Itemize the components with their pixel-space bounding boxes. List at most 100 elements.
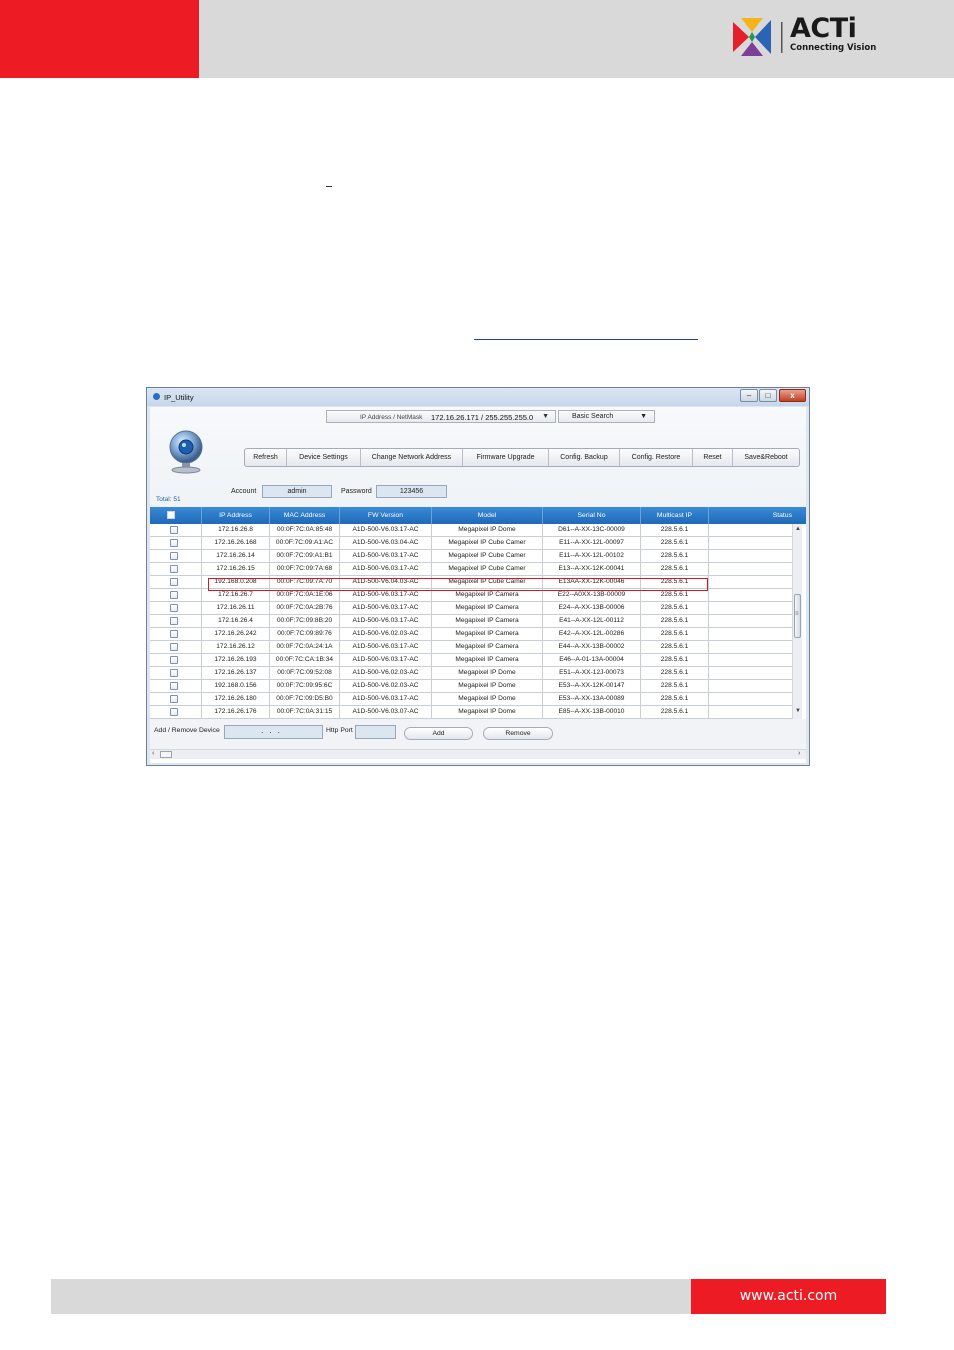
table-cell: E24--A-XX-13B-00006 bbox=[543, 602, 641, 614]
minimize-button[interactable]: – bbox=[740, 389, 758, 402]
table-cell bbox=[709, 693, 792, 705]
table-cell: 172.16.26.12 bbox=[202, 641, 270, 653]
reset-button[interactable]: Reset bbox=[693, 449, 733, 466]
scroll-down-icon[interactable]: ▼ bbox=[795, 708, 801, 714]
column-header[interactable]: FW Version bbox=[340, 507, 432, 524]
column-header[interactable]: Model bbox=[432, 507, 543, 524]
scroll-right-icon[interactable]: › bbox=[798, 750, 800, 757]
hyperlink-underline[interactable] bbox=[474, 339, 698, 340]
maximize-button[interactable]: □ bbox=[759, 389, 777, 402]
table-cell: Megapixel IP Dome bbox=[432, 524, 543, 536]
chevron-down-icon[interactable]: ▼ bbox=[640, 413, 647, 420]
table-cell: 172.16.26.242 bbox=[202, 628, 270, 640]
column-header[interactable]: Serial No bbox=[543, 507, 641, 524]
table-row[interactable]: 172.16.26.168 00:0F:7C:09:A1:AC A1D-500-V6… bbox=[150, 537, 792, 550]
table-row[interactable]: 172.16.26.193 00:0F:7C:CA:1B:34 A1D-500-V6… bbox=[150, 654, 792, 667]
table-row[interactable]: 172.16.26.12 00:0F:7C:0A:24:1A A1D-500-V6.… bbox=[150, 641, 792, 654]
row-select-cell bbox=[150, 550, 202, 562]
config-backup-button[interactable]: Config. Backup bbox=[549, 449, 620, 466]
row-checkbox[interactable] bbox=[170, 682, 178, 690]
remove-button[interactable]: Remove bbox=[483, 727, 553, 740]
table-row[interactable]: 172.16.26.4 00:0F:7C:09:8B:20 A1D-500-V6.0… bbox=[150, 615, 792, 628]
table-row[interactable]: 172.16.26.242 00:0F:7C:09:89:76 A1D-500-V6… bbox=[150, 628, 792, 641]
device-settings-button[interactable]: Device Settings bbox=[287, 449, 361, 466]
table-cell: Megapixel IP Camera bbox=[432, 628, 543, 640]
table-cell: E46--A-01-13A-00004 bbox=[543, 654, 641, 666]
table-cell: A1D-500-V6.02.03-AC bbox=[340, 628, 432, 640]
row-checkbox[interactable] bbox=[170, 630, 178, 638]
save-reboot-button[interactable]: Save&Reboot bbox=[733, 449, 799, 466]
column-header[interactable]: Multicast IP bbox=[641, 507, 709, 524]
table-cell: E22--A0XX-13B-00009 bbox=[543, 589, 641, 601]
table-cell: 172.16.26.180 bbox=[202, 693, 270, 705]
footer-url[interactable]: www.acti.com bbox=[691, 1279, 886, 1314]
vertical-scrollbar[interactable]: ▲ ≡ ▼ bbox=[792, 524, 802, 719]
row-select-cell bbox=[150, 589, 202, 601]
row-checkbox[interactable] bbox=[170, 617, 178, 625]
table-row[interactable]: 172.16.26.14 00:0F:7C:09:A1:B1 A1D-500-V6.… bbox=[150, 550, 792, 563]
row-checkbox[interactable] bbox=[170, 656, 178, 664]
row-checkbox[interactable] bbox=[170, 604, 178, 612]
table-row[interactable]: 192.168.0.208 00:0F:7C:09:7A:70 A1D-500-V6… bbox=[150, 576, 792, 589]
refresh-button[interactable]: Refresh bbox=[245, 449, 287, 466]
column-header[interactable]: IP Address bbox=[202, 507, 270, 524]
row-checkbox[interactable] bbox=[170, 695, 178, 703]
table-cell: A1D-500-V6.03.17-AC bbox=[340, 589, 432, 601]
table-cell: 172.16.26.8 bbox=[202, 524, 270, 536]
table-cell: Megapixel IP Cube Camer bbox=[432, 550, 543, 562]
table-cell: A1D-500-V6.03.17-AC bbox=[340, 602, 432, 614]
row-checkbox[interactable] bbox=[170, 669, 178, 677]
http-port-input[interactable] bbox=[355, 725, 396, 739]
table-row[interactable]: 192.168.0.156 00:0F:7C:09:95:6C A1D-500-V6… bbox=[150, 680, 792, 693]
scroll-thumb[interactable]: ≡ bbox=[794, 594, 801, 638]
table-row[interactable]: 172.16.26.11 00:0F:7C:0A:2B:76 A1D-500-V6.… bbox=[150, 602, 792, 615]
table-row[interactable]: 172.16.26.7 00:0F:7C:0A:1E:06 A1D-500-V6.0… bbox=[150, 589, 792, 602]
row-checkbox[interactable] bbox=[170, 552, 178, 560]
change-network-address-button[interactable]: Change Network Address bbox=[361, 449, 463, 466]
table-cell: 00:0F:7C:09:8B:20 bbox=[270, 615, 340, 627]
row-checkbox[interactable] bbox=[170, 578, 178, 586]
scroll-up-icon[interactable]: ▲ bbox=[795, 526, 801, 532]
column-header[interactable]: Status bbox=[709, 507, 806, 524]
firmware-upgrade-button[interactable]: Firmware Upgrade bbox=[463, 449, 549, 466]
row-checkbox[interactable] bbox=[170, 591, 178, 599]
device-ip-input[interactable]: ... bbox=[224, 725, 323, 739]
brand-tagline: Connecting Vision bbox=[790, 43, 877, 53]
password-field[interactable]: 123456 bbox=[376, 485, 447, 498]
account-field[interactable]: admin bbox=[262, 485, 332, 498]
column-header[interactable]: MAC Address bbox=[270, 507, 340, 524]
table-cell: A1D-500-V6.02.03-AC bbox=[340, 680, 432, 692]
device-table-header: IP Address MAC Address FW Version Model … bbox=[150, 507, 806, 524]
table-cell: 00:0F:7C:0A:24:1A bbox=[270, 641, 340, 653]
search-mode-select[interactable]: Basic Search ▼ bbox=[558, 410, 655, 423]
chevron-down-icon[interactable]: ▼ bbox=[542, 413, 549, 420]
row-checkbox[interactable] bbox=[170, 565, 178, 573]
row-checkbox[interactable] bbox=[170, 539, 178, 547]
row-checkbox[interactable] bbox=[170, 708, 178, 716]
scroll-left-icon[interactable]: ‹ bbox=[152, 750, 154, 757]
table-row[interactable]: 172.16.26.137 00:0F:7C:09:52:08 A1D-500-V6… bbox=[150, 667, 792, 680]
title-bar[interactable]: IP_Utility – □ x bbox=[147, 388, 809, 406]
close-button[interactable]: x bbox=[779, 389, 806, 402]
row-checkbox[interactable] bbox=[170, 643, 178, 651]
add-button[interactable]: Add bbox=[404, 727, 473, 740]
ip-netmask-select[interactable]: IP Address / NetMask 172.16.26.171 / 255… bbox=[326, 410, 556, 423]
table-cell bbox=[709, 706, 792, 718]
table-row[interactable]: 172.16.26.8 00:0F:7C:0A:85:48 A1D-500-V6.0… bbox=[150, 524, 792, 537]
window-title: IP_Utility bbox=[164, 393, 194, 402]
table-cell: 172.16.26.4 bbox=[202, 615, 270, 627]
search-mode-value: Basic Search bbox=[572, 413, 614, 420]
table-cell: E44--A-XX-13B-00002 bbox=[543, 641, 641, 653]
table-cell: 172.16.26.15 bbox=[202, 563, 270, 575]
row-checkbox[interactable] bbox=[170, 526, 178, 534]
horizontal-scrollbar[interactable]: ‹ › bbox=[150, 749, 806, 759]
table-cell: E11--A-XX-12L-00097 bbox=[543, 537, 641, 549]
table-row[interactable]: 172.16.26.176 00:0F:7C:0A:31:15 A1D-500-V6… bbox=[150, 706, 792, 719]
table-cell: E41--A-XX-12L-00112 bbox=[543, 615, 641, 627]
scroll-thumb[interactable] bbox=[160, 751, 172, 758]
select-all-checkbox[interactable] bbox=[167, 511, 175, 519]
table-row[interactable]: 172.16.26.15 00:0F:7C:09:7A:68 A1D-500-V6.… bbox=[150, 563, 792, 576]
table-row[interactable]: 172.16.26.180 00:0F:7C:09:D5:B0 A1D-500-V6… bbox=[150, 693, 792, 706]
device-total-count: Total: 51 bbox=[156, 496, 181, 503]
config-restore-button[interactable]: Config. Restore bbox=[620, 449, 693, 466]
